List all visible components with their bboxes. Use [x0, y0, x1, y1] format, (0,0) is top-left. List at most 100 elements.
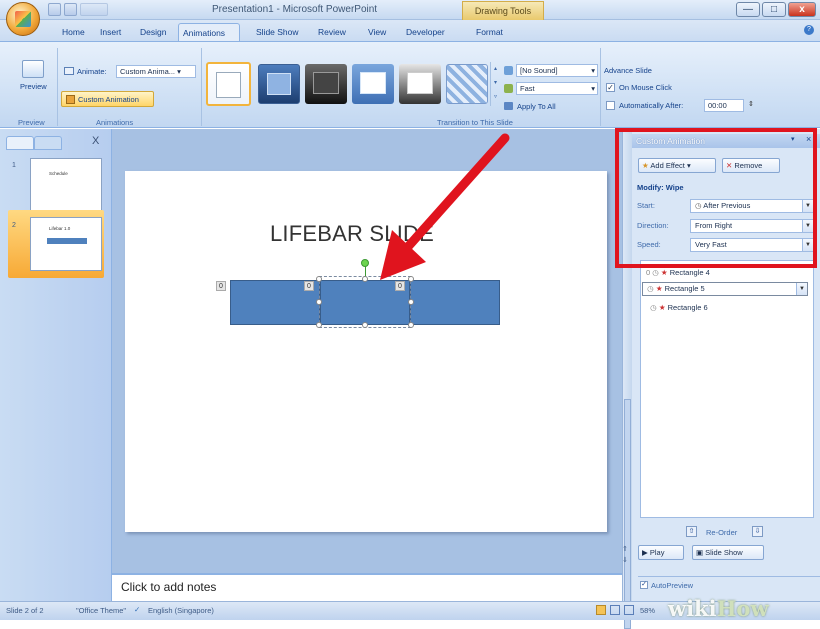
tab-home[interactable]: Home	[58, 23, 89, 41]
preview-group-label: Preview	[18, 118, 45, 127]
move-down-icon[interactable]: ⇩	[752, 526, 763, 537]
transition-cut-thumbnail[interactable]	[352, 64, 394, 104]
prev-slide-icon[interactable]: ⇑	[622, 545, 628, 553]
animation-list[interactable]	[640, 260, 814, 518]
transition-none-thumbnail[interactable]	[206, 62, 251, 106]
watermark-wiki: wiki	[668, 596, 717, 621]
animation-order-tag: 0	[304, 281, 314, 291]
transition-speed-dropdown[interactable]: Fast ▾	[516, 82, 598, 95]
title-bar	[0, 0, 820, 20]
slides-tab[interactable]	[6, 136, 34, 150]
slide-number: 1	[12, 162, 16, 169]
play-button[interactable]: ▶ Play	[638, 545, 684, 560]
auto-advance-time-value: 00:00	[708, 101, 727, 110]
transition-cut-black-thumbnail[interactable]	[399, 64, 441, 104]
red-highlight-box	[615, 128, 817, 268]
tab-view[interactable]: View	[364, 23, 390, 41]
normal-view-icon[interactable]	[596, 605, 606, 615]
tab-insert[interactable]: Insert	[96, 23, 125, 41]
save-icon[interactable]	[48, 3, 61, 16]
chevron-down-icon[interactable]: ▼	[796, 283, 807, 295]
gallery-scroll[interactable]: ▴ ▾ ▿	[490, 62, 500, 106]
red-arrow-annotation	[380, 133, 510, 280]
animation-item[interactable]: 0 ◷ ★ Rectangle 4	[646, 267, 806, 280]
divider	[638, 576, 820, 577]
slide-number: 2	[12, 222, 16, 229]
tab-design[interactable]: Design	[136, 23, 170, 41]
maximize-button[interactable]: □	[762, 2, 786, 17]
tab-slide-show[interactable]: Slide Show	[252, 23, 303, 41]
separator	[600, 48, 601, 126]
resize-handle[interactable]	[362, 322, 368, 328]
apply-to-all-icon	[504, 102, 513, 110]
drawing-tools-label: Drawing Tools	[462, 1, 544, 20]
help-icon[interactable]: ?	[804, 25, 814, 35]
scroll-thumb[interactable]	[624, 399, 631, 629]
resize-handle[interactable]	[316, 276, 322, 282]
thumb-bar	[47, 238, 87, 244]
slide-thumb-caption: Schedule	[49, 171, 68, 176]
advance-slide-title: Advance Slide	[604, 66, 652, 75]
next-slide-icon[interactable]: ⇓	[622, 556, 628, 564]
animate-label: Animate:	[77, 67, 107, 76]
tab-format[interactable]: Format	[472, 23, 507, 41]
separator	[57, 48, 58, 126]
auto-advance-checkbox[interactable]	[606, 101, 615, 110]
minimize-button[interactable]: —	[736, 2, 760, 17]
slide-show-label: Slide Show	[705, 548, 743, 557]
outline-tab[interactable]	[34, 136, 62, 150]
resize-handle[interactable]	[316, 299, 322, 305]
slide-show-button[interactable]: ▣ Slide Show	[692, 545, 764, 560]
transition-fade-thumbnail[interactable]	[258, 64, 300, 104]
apply-to-all-button[interactable]: Apply To All	[517, 102, 556, 111]
auto-advance-time-input[interactable]: 00:00	[704, 99, 744, 112]
animation-item-selected[interactable]: ◷ ★ Rectangle 5 ▼	[642, 282, 808, 296]
slide-show-view-icon[interactable]	[624, 605, 634, 615]
on-mouse-click-checkbox[interactable]: ✓	[606, 83, 615, 92]
sound-dropdown[interactable]: [No Sound] ▾	[516, 64, 598, 77]
custom-animation-icon	[66, 95, 75, 104]
animate-icon	[64, 67, 74, 75]
preview-button[interactable]: Preview	[20, 82, 47, 91]
custom-animation-button[interactable]: Custom Animation	[61, 91, 154, 107]
tab-developer[interactable]: Developer	[402, 23, 449, 41]
redo-icon[interactable]	[80, 3, 108, 16]
auto-advance-label: Automatically After:	[619, 101, 684, 110]
office-button[interactable]	[6, 2, 40, 36]
animations-group-label: Animations	[96, 118, 134, 127]
tab-animations[interactable]: Animations	[178, 23, 240, 41]
resize-handle[interactable]	[408, 299, 414, 305]
slide-thumb-caption: Lifebar 1.0	[49, 226, 71, 231]
resize-handle[interactable]	[362, 276, 368, 282]
undo-icon[interactable]	[64, 3, 77, 16]
sound-icon	[504, 66, 513, 75]
animate-dropdown[interactable]: Custom Anima... ▾	[116, 65, 196, 78]
notes-pane[interactable]: Click to add notes	[112, 573, 622, 601]
time-spinner-icon[interactable]: ⇕	[748, 100, 754, 108]
preview-icon[interactable]	[22, 60, 44, 78]
theme-name: "Office Theme"	[76, 606, 127, 615]
animation-item[interactable]: ◷ ★ Rectangle 6	[646, 302, 806, 315]
close-pane-icon[interactable]: X	[92, 135, 99, 147]
separator	[201, 48, 202, 126]
slide-count: Slide 2 of 2	[6, 606, 44, 615]
transition-group-label: Transition to This Slide	[437, 118, 513, 127]
transition-dissolve-thumbnail[interactable]	[446, 64, 488, 104]
close-button[interactable]: x	[788, 2, 816, 17]
tab-review[interactable]: Review	[314, 23, 350, 41]
reorder-label: Re-Order	[706, 528, 738, 537]
language[interactable]: English (Singapore)	[148, 606, 214, 615]
autopreview-checkbox[interactable]: ✓	[640, 581, 648, 589]
spelling-icon[interactable]: ✓	[134, 605, 140, 614]
slide-thumbnail-1[interactable]: Schedule	[30, 158, 102, 212]
slide-thumbnail-2[interactable]: Lifebar 1.0	[30, 217, 102, 271]
transition-fade-black-thumbnail[interactable]	[305, 64, 347, 104]
sound-value: [No Sound]	[520, 66, 558, 75]
animation-item-label: Rectangle 6	[667, 303, 708, 312]
zoom-level[interactable]: 58%	[640, 606, 655, 615]
rotate-handle[interactable]	[361, 259, 369, 267]
move-up-icon[interactable]: ⇧	[686, 526, 697, 537]
resize-handle[interactable]	[408, 322, 414, 328]
slide-sorter-icon[interactable]	[610, 605, 620, 615]
resize-handle[interactable]	[316, 322, 322, 328]
